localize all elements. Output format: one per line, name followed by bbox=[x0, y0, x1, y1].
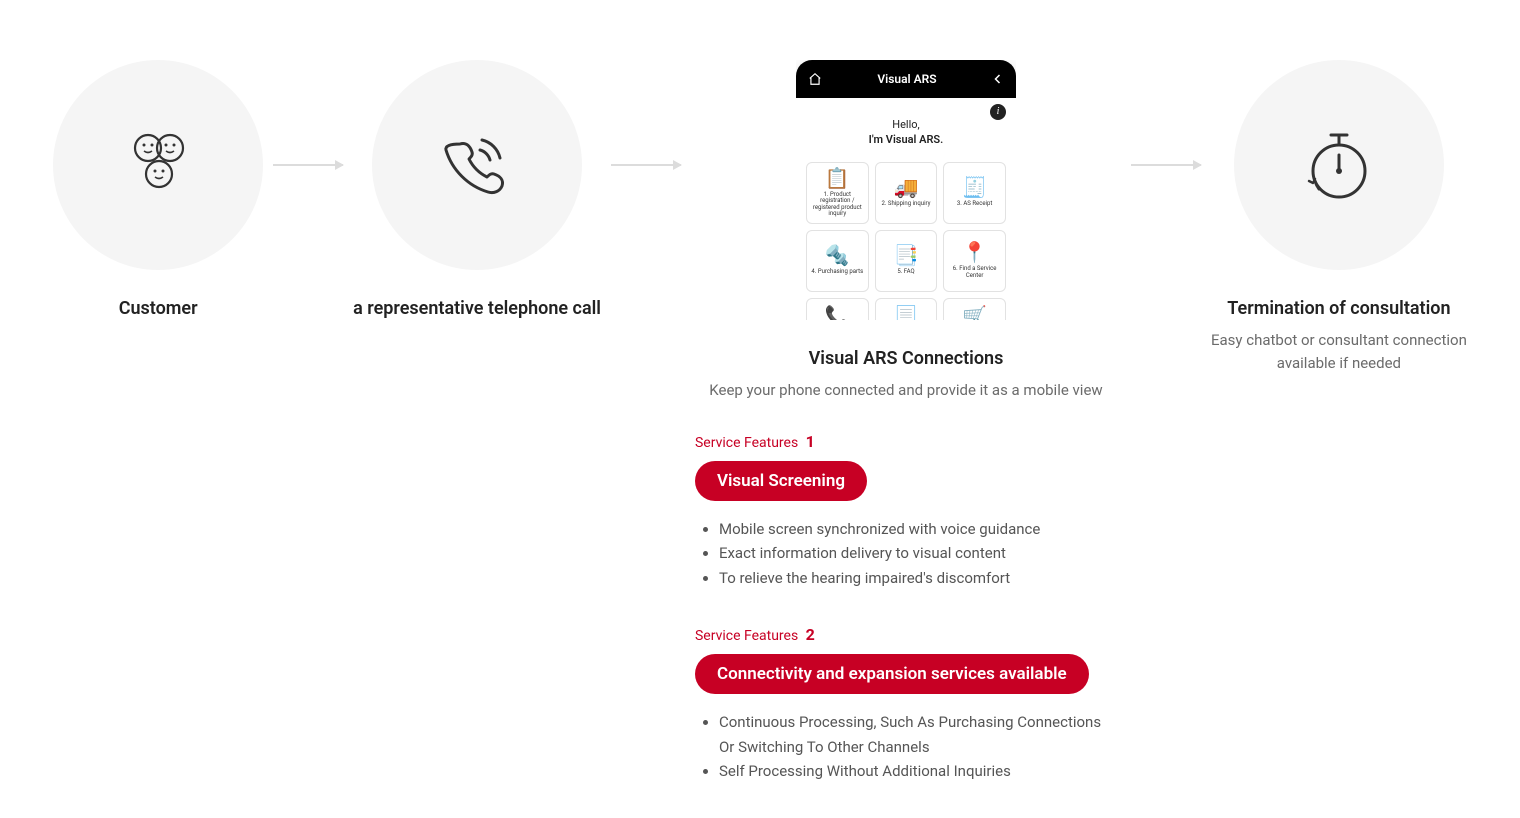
feature-label-text: Service Features bbox=[695, 435, 798, 451]
phone-tile: 📋 1. Product registration / registered pr… bbox=[806, 162, 869, 224]
step-ars-title: Visual ARS Connections bbox=[809, 348, 1004, 369]
tile-label: 2. Shipping inquiry bbox=[881, 201, 930, 208]
features-block: Service Features 1 Visual Screening Mobi… bbox=[691, 432, 1121, 818]
feature2-pill: Connectivity and expansion services avai… bbox=[695, 654, 1089, 694]
feature1-bullet: Mobile screen synchronized with voice gu… bbox=[719, 517, 1117, 542]
phone-tile: 🔩 4. Purchasing parts bbox=[806, 230, 869, 292]
phone-hello-1: Hello, bbox=[806, 118, 1006, 133]
feature1-label: Service Features 1 bbox=[695, 432, 1117, 451]
tile-label: 3. AS Receipt bbox=[957, 201, 992, 208]
phone-mock-wrap: Visual ARS i Hello, I'm Visual ARS. 📋 1. … bbox=[796, 60, 1016, 320]
phone-body: i Hello, I'm Visual ARS. 📋 1. Product reg… bbox=[796, 98, 1016, 320]
phone-title-bar: Visual ARS bbox=[796, 60, 1016, 98]
phone-call-icon bbox=[438, 126, 516, 204]
step-ars-subtitle: Keep your phone connected and provide it… bbox=[709, 379, 1102, 402]
phone-mock: Visual ARS i Hello, I'm Visual ARS. 📋 1. … bbox=[796, 60, 1016, 320]
arrow-2 bbox=[601, 60, 691, 270]
phone-hello-2: I'm Visual ARS. bbox=[806, 133, 1006, 148]
feature2-bullet: Continuous Processing, Such As Purchasin… bbox=[719, 710, 1117, 760]
feature2-bullets: Continuous Processing, Such As Purchasin… bbox=[695, 710, 1117, 784]
step-call-title: a representative telephone call bbox=[353, 298, 601, 319]
tile-icon: 📋 bbox=[825, 168, 850, 188]
step-customer: Customer bbox=[53, 60, 263, 329]
tile-icon: 📑 bbox=[894, 245, 919, 265]
tile-icon: 📍 bbox=[962, 242, 987, 262]
tile-icon: 🧾 bbox=[962, 177, 987, 197]
tile-label: 5. FAQ bbox=[897, 269, 914, 276]
flow-row: Customer a representative telephone call bbox=[0, 0, 1520, 818]
tile-label: 1. Product registration / registered pro… bbox=[809, 192, 866, 218]
phone-tile: 🧾 3. AS Receipt bbox=[943, 162, 1006, 224]
info-icon: i bbox=[990, 104, 1006, 120]
feature1-bullet: Exact information delivery to visual con… bbox=[719, 541, 1117, 566]
step-call-circle bbox=[372, 60, 582, 270]
arrow-3 bbox=[1121, 60, 1211, 270]
termination-sub-line2: available if needed bbox=[1211, 352, 1467, 375]
tile-icon: 🛒 bbox=[962, 306, 987, 320]
termination-sub-line1: Easy chatbot or consultant connection bbox=[1211, 329, 1467, 352]
phone-tile: 📑 5. FAQ bbox=[875, 230, 938, 292]
tile-icon: 📞 bbox=[825, 306, 850, 320]
feature2-label: Service Features 2 bbox=[695, 625, 1117, 644]
arrow-1 bbox=[263, 60, 353, 270]
feature1-pill: Visual Screening bbox=[695, 461, 867, 501]
tile-label: 6. Find a Service Center bbox=[946, 266, 1003, 279]
feature1-bullets: Mobile screen synchronized with voice gu… bbox=[695, 517, 1117, 591]
phone-greeting: Hello, I'm Visual ARS. bbox=[806, 108, 1006, 162]
step-termination-subtitle: Easy chatbot or consultant connection av… bbox=[1211, 329, 1467, 374]
phone-tile: 🚚 2. Shipping inquiry bbox=[875, 162, 938, 224]
step-customer-circle bbox=[53, 60, 263, 270]
feature1-num: 1 bbox=[806, 432, 815, 451]
feature-label-text: Service Features bbox=[695, 628, 798, 644]
step-termination-circle bbox=[1234, 60, 1444, 270]
customers-icon bbox=[118, 130, 198, 200]
back-icon bbox=[992, 72, 1004, 86]
phone-bar-title: Visual ARS bbox=[877, 72, 936, 86]
feature2-num: 2 bbox=[806, 625, 815, 644]
step-call: a representative telephone call bbox=[353, 60, 601, 329]
phone-tile: 📍 6. Find a Service Center bbox=[943, 230, 1006, 292]
tile-icon: 🔩 bbox=[825, 245, 850, 265]
home-icon bbox=[808, 72, 822, 86]
phone-tile: 📃 bbox=[875, 298, 938, 320]
stopwatch-icon bbox=[1303, 127, 1375, 203]
tile-icon: 📃 bbox=[894, 306, 919, 320]
phone-tile: 🛒 bbox=[943, 298, 1006, 320]
feature2-bullet: Self Processing Without Additional Inqui… bbox=[719, 759, 1117, 784]
step-visual-ars: Visual ARS i Hello, I'm Visual ARS. 📋 1. … bbox=[691, 60, 1121, 818]
tile-icon: 🚚 bbox=[894, 177, 919, 197]
tile-label: 4. Purchasing parts bbox=[811, 269, 863, 276]
phone-tile: 📞 bbox=[806, 298, 869, 320]
phone-tile-grid: 📋 1. Product registration / registered pr… bbox=[806, 162, 1006, 320]
step-customer-title: Customer bbox=[119, 298, 198, 319]
feature1-bullet: To relieve the hearing impaired's discom… bbox=[719, 566, 1117, 591]
step-termination: Termination of consultation Easy chatbot… bbox=[1211, 60, 1467, 374]
step-termination-title: Termination of consultation bbox=[1227, 298, 1450, 319]
